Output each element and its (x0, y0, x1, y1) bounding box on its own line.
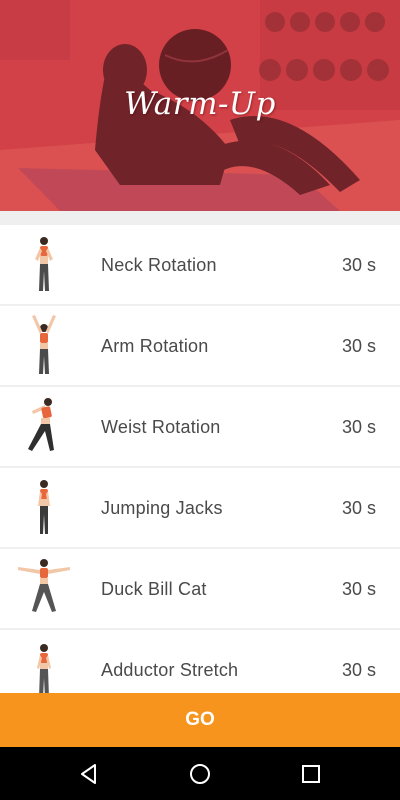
back-icon[interactable] (77, 762, 101, 786)
exercise-name: Duck Bill Cat (101, 579, 207, 599)
exercise-list: Neck Rotation 30 s Arm Rotation 30 s Wei… (0, 225, 400, 711)
exercise-row[interactable]: Weist Rotation 30 s (0, 387, 400, 466)
exercise-duration: 30 s (341, 255, 376, 275)
exercise-name: Jumping Jacks (101, 498, 223, 518)
side-bend-figure-icon (28, 398, 54, 451)
exercise-name: Neck Rotation (101, 255, 217, 275)
go-button[interactable]: GO (0, 693, 400, 747)
header-banner: Warm-Up (0, 0, 400, 211)
exercise-duration: 30 s (341, 579, 376, 599)
exercise-name: Arm Rotation (101, 336, 209, 356)
exercise-duration: 30 s (341, 417, 376, 437)
home-icon[interactable] (188, 762, 212, 786)
arms-out-figure-icon (18, 559, 70, 612)
recents-icon[interactable] (299, 762, 323, 786)
system-nav-bar (0, 747, 400, 800)
exercise-duration: 30 s (341, 498, 376, 518)
standing-figure-icon (38, 480, 50, 534)
exercise-row[interactable]: Arm Rotation 30 s (0, 306, 400, 385)
exercise-row[interactable]: Neck Rotation 30 s (0, 225, 400, 304)
arms-up-figure-icon (32, 315, 56, 374)
exercise-name: Weist Rotation (101, 417, 221, 437)
standing-figure-icon (37, 644, 51, 698)
exercise-row[interactable]: Duck Bill Cat 30 s (0, 549, 400, 628)
exercise-name: Adductor Stretch (101, 660, 239, 680)
standing-figure-icon (35, 237, 53, 291)
page-title: Warm-Up (124, 86, 276, 122)
exercise-row[interactable]: Jumping Jacks 30 s (0, 468, 400, 547)
exercise-duration: 30 s (341, 336, 376, 356)
exercise-duration: 30 s (341, 660, 376, 680)
